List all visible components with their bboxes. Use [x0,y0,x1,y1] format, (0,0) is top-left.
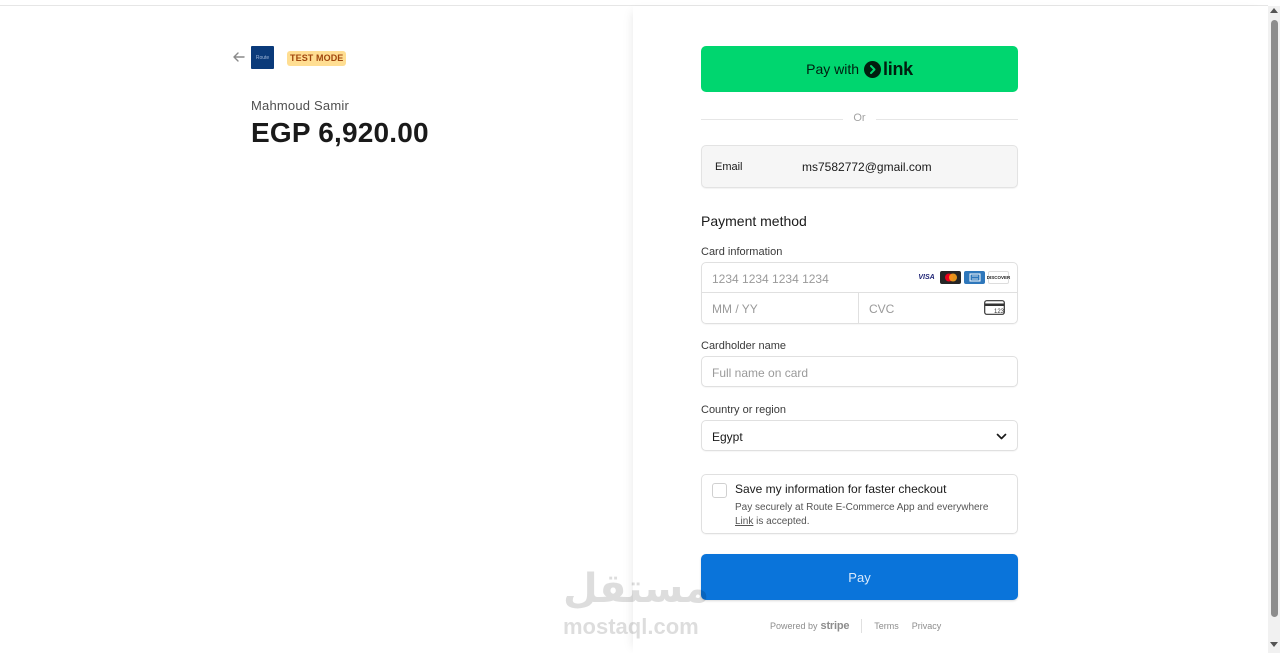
country-select[interactable]: Egypt [701,420,1018,451]
pay-with-label: Pay with [806,61,860,77]
cvc-card-icon: 123 [984,300,1005,315]
save-info-desc-line1: Pay securely at Route E-Commerce App and… [735,502,989,513]
link-brand-label: link [883,58,913,79]
or-divider: Or [701,112,1018,126]
amex-icon [964,271,985,284]
cardholder-placeholder: Full name on card [712,366,809,380]
link-arrow-icon [864,60,882,78]
cvc-icon-text: 123 [994,309,1005,315]
scroll-up-arrow-icon[interactable] [1270,8,1278,13]
cardholder-name-label: Cardholder name [701,340,786,352]
card-information-label: Card information [701,246,783,258]
footer-separator [861,619,863,633]
email-value: ms7582772@gmail.com [802,160,932,174]
cvc-placeholder: CVC [869,302,895,316]
or-label: Or [853,112,866,124]
footer: Powered by stripe Terms Privacy [770,619,954,633]
powered-by-label: Powered by [770,621,818,631]
scroll-down-arrow-icon[interactable] [1270,642,1278,647]
card-brands: VISA DISCOVER [916,271,1010,284]
country-value: Egypt [712,430,743,444]
merchant-name: Mahmoud Samir [251,98,349,113]
save-info-desc-line2: is accepted. [753,516,810,527]
card-information-group: 1234 1234 1234 1234 VISA DISCOVER MM / Y… [701,262,1018,324]
card-number-placeholder: 1234 1234 1234 1234 [712,272,829,286]
email-label: Email [715,161,743,173]
save-info-title: Save my information for faster checkout [735,482,947,496]
link-info-link[interactable]: Link [735,516,753,527]
cardholder-name-input[interactable]: Full name on card [701,356,1018,387]
card-expiry-input[interactable]: MM / YY [702,293,859,323]
privacy-link[interactable]: Privacy [912,621,942,631]
mastercard-icon [940,271,961,284]
total-amount: EGP 6,920.00 [251,117,429,148]
merchant-logo: Route [251,46,274,69]
logo-text: Route [255,54,270,61]
back-arrow-icon[interactable] [232,50,246,64]
pay-button[interactable]: Pay [701,554,1018,600]
discover-icon: DISCOVER [987,271,1010,284]
email-field[interactable]: Email ms7582772@gmail.com [701,145,1018,188]
payment-method-heading: Payment method [701,213,807,229]
expiry-placeholder: MM / YY [712,302,758,316]
pay-with-link-button[interactable]: Pay with link [701,46,1018,92]
country-region-label: Country or region [701,404,786,416]
chevron-down-icon [996,433,1007,440]
test-mode-badge: TEST MODE [287,51,347,66]
save-info-description: Pay securely at Route E-Commerce App and… [735,501,1015,529]
visa-icon: VISA [916,271,937,284]
save-info-checkbox[interactable] [712,483,727,498]
card-number-input[interactable]: 1234 1234 1234 1234 VISA DISCOVER [702,263,1017,293]
stripe-logo[interactable]: stripe [821,620,850,632]
card-cvc-input[interactable]: CVC 123 [859,293,1017,323]
terms-link[interactable]: Terms [874,621,899,631]
scrollbar-thumb[interactable] [1271,20,1278,617]
save-info-box: Save my information for faster checkout … [701,474,1018,534]
